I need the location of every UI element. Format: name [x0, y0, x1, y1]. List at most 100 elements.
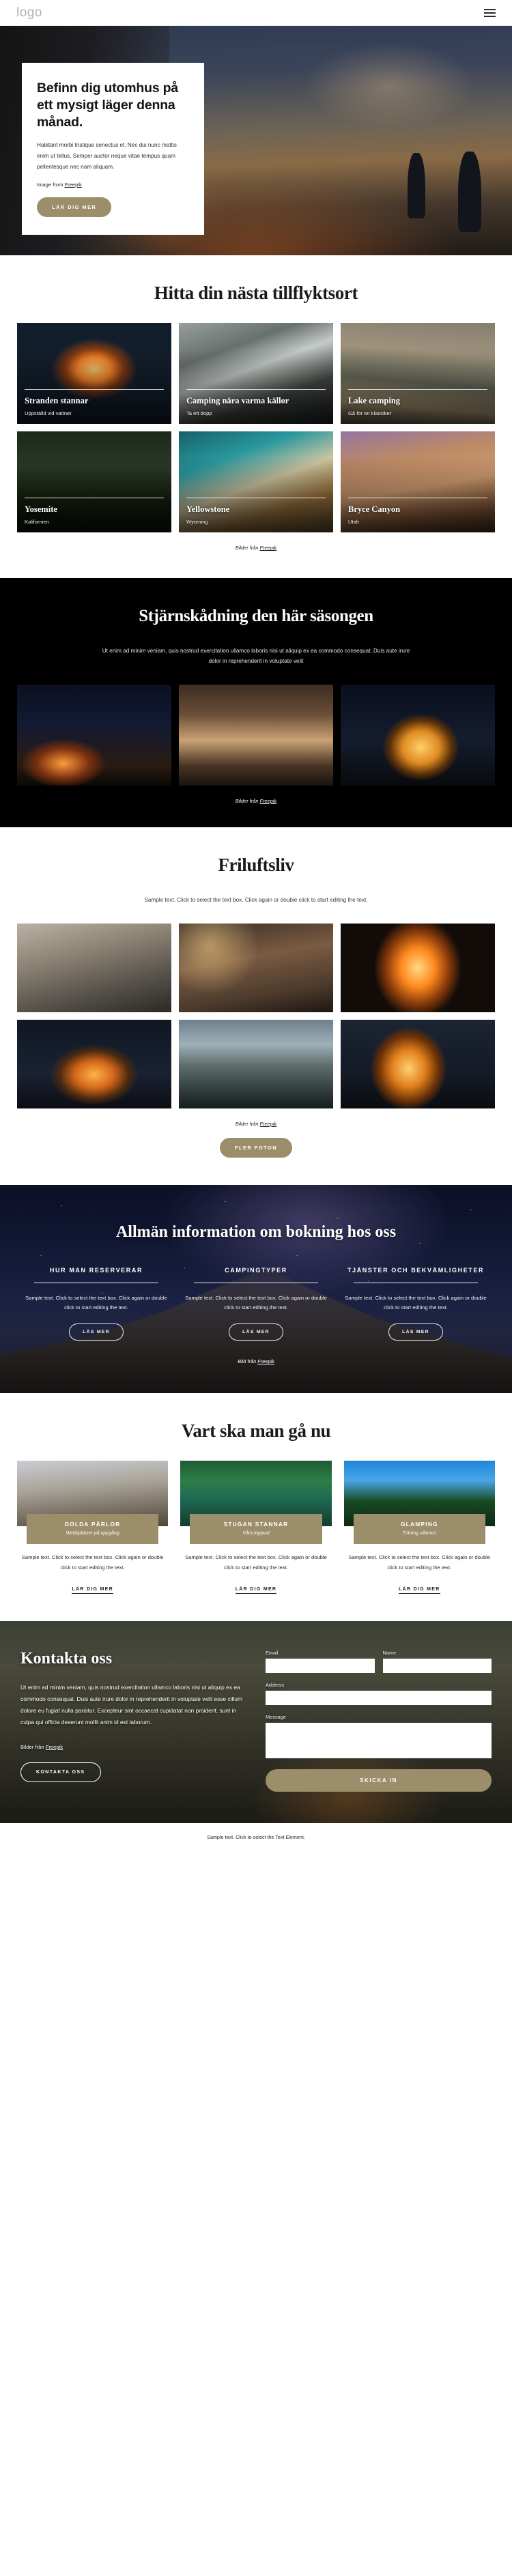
- contact-title: Kontakta oss: [20, 1649, 113, 1668]
- destination-card[interactable]: Camping nära varma källor Ta ett dopp: [179, 323, 333, 425]
- booking-column: TJÄNSTER OCH BEKVÄMLIGHETER Sample text.…: [343, 1265, 488, 1341]
- card-badge: DOLDA PÄRLOR Webbplatser på uppgång: [27, 1514, 159, 1545]
- outdoor-title: Friluftsliv: [218, 854, 294, 875]
- more-photos-button[interactable]: FLER FOTON: [219, 1137, 293, 1158]
- message-field-group: Message: [266, 1714, 492, 1758]
- card-badge-subtitle: Våra toppval: [242, 1531, 270, 1536]
- hero-figure-right: [458, 152, 481, 233]
- destination-card[interactable]: Lake camping Gå för en klassiker: [341, 323, 495, 425]
- where-to-go-card: DOLDA PÄRLOR Webbplatser på uppgång Samp…: [17, 1461, 169, 1594]
- booking-columns: HUR MAN RESERVERAR Sample text. Click to…: [24, 1265, 488, 1341]
- booking-title: Allmän information om bokning hos oss: [115, 1222, 397, 1241]
- outdoor-image[interactable]: [179, 923, 333, 1012]
- where-to-go-card: STUGAN STANNAR Våra toppval Sample text.…: [180, 1461, 332, 1594]
- hero-credit-prefix: Image from: [37, 181, 65, 188]
- email-label: Email: [266, 1649, 279, 1656]
- outdoor-image[interactable]: [341, 923, 495, 1012]
- outdoor-image[interactable]: [17, 1019, 171, 1108]
- where-to-go-grid: DOLDA PÄRLOR Webbplatser på uppgång Samp…: [17, 1461, 495, 1594]
- card-learn-more-link[interactable]: LÄR DIG MER: [72, 1586, 113, 1594]
- hero-body: Habitant morbi tristique senectus et. Ne…: [37, 141, 177, 170]
- stargazing-title: Stjärnskådning den här säsongen: [139, 607, 373, 626]
- form-row-email-name: Email Name: [266, 1650, 492, 1673]
- destinations-title: Hitta din nästa tillflyktsort: [154, 283, 358, 303]
- message-field[interactable]: [266, 1722, 492, 1758]
- hero-card: Befinn dig utomhus på ett mysigt läger d…: [22, 63, 204, 235]
- booking-column-heading: CAMPINGTYPER: [225, 1266, 287, 1274]
- destination-caption: Yellowstone Wyoming: [186, 497, 326, 526]
- destination-subtitle: Gå för en klassiker: [348, 410, 392, 417]
- outdoor-section: Friluftsliv Sample text. Click to select…: [0, 827, 512, 1185]
- contact-body: Ut enim ad minim veniam, quis nostrud ex…: [20, 1683, 242, 1726]
- credit-link[interactable]: Freepik: [257, 1358, 274, 1364]
- credit-link[interactable]: Freepik: [46, 1744, 63, 1750]
- destinations-section: Hitta din nästa tillflyktsort Stranden s…: [0, 255, 512, 578]
- credit-prefix: Bilder från: [20, 1743, 46, 1750]
- message-label: Message: [266, 1713, 286, 1720]
- card-badge-subtitle: Webbplatser på uppgång: [66, 1531, 119, 1536]
- destinations-credit: Bilder från Freepik: [14, 545, 498, 551]
- where-to-go-title: Vart ska man gå nu: [181, 1420, 331, 1442]
- destination-name: Yellowstone: [186, 504, 230, 514]
- booking-read-more-button[interactable]: LÄS MER: [229, 1323, 283, 1341]
- destination-card[interactable]: Stranden stannar Uppställd vid vattnet: [17, 323, 171, 425]
- outdoor-image[interactable]: [17, 923, 171, 1012]
- stargazing-image[interactable]: [17, 684, 171, 786]
- destination-card[interactable]: Yosemite Kalifornien: [17, 431, 171, 533]
- destination-subtitle: Uppställd vid vattnet: [25, 410, 72, 417]
- stargazing-section: Stjärnskådning den här säsongen Ut enim …: [0, 578, 512, 827]
- stargazing-image[interactable]: [179, 684, 333, 786]
- card-body: Sample text. Click to select the text bo…: [185, 1554, 327, 1571]
- booking-column-heading: HUR MAN RESERVERAR: [49, 1266, 143, 1274]
- contact-credit: Bilder från Freepik: [20, 1744, 246, 1750]
- credit-prefix: Bilder från: [235, 545, 260, 552]
- hero-title: Befinn dig utomhus på ett mysigt läger d…: [37, 81, 179, 130]
- address-field-group: Address: [266, 1682, 492, 1705]
- card-learn-more-link[interactable]: LÄR DIG MER: [399, 1586, 440, 1594]
- contact-form: Email Name Address Message SKICKA IN: [266, 1650, 492, 1792]
- contact-grid: Kontakta oss Ut enim ad minim veniam, qu…: [20, 1650, 492, 1792]
- hamburger-menu-icon[interactable]: [484, 8, 496, 17]
- stargazing-grid: [17, 684, 495, 786]
- destination-subtitle: Wyoming: [186, 519, 208, 526]
- destination-card[interactable]: Yellowstone Wyoming: [179, 431, 333, 533]
- destination-subtitle: Ta ett dopp: [186, 410, 212, 417]
- outdoor-image[interactable]: [341, 1019, 495, 1108]
- booking-content: Allmän information om bokning hos oss HU…: [14, 1222, 498, 1364]
- email-field[interactable]: [266, 1658, 375, 1673]
- hero-image-credit: Image from Freepik: [37, 182, 189, 188]
- name-field[interactable]: [382, 1658, 492, 1673]
- hero-cta-button[interactable]: LÄR DIG MER: [37, 197, 112, 217]
- card-badge: STUGAN STANNAR Våra toppval: [190, 1514, 322, 1545]
- booking-read-more-button[interactable]: LÄS MER: [388, 1323, 443, 1341]
- stargazing-image[interactable]: [341, 684, 495, 786]
- where-to-go-card: GLAMPING Träning ullamco Sample text. Cl…: [343, 1461, 495, 1594]
- booking-column: HUR MAN RESERVERAR Sample text. Click to…: [24, 1265, 169, 1341]
- hero-credit-link[interactable]: Freepik: [65, 182, 82, 188]
- destination-caption: Lake camping Gå för en klassiker: [348, 388, 487, 417]
- booking-read-more-button[interactable]: LÄS MER: [69, 1323, 124, 1341]
- where-to-go-section: Vart ska man gå nu DOLDA PÄRLOR Webbplat…: [0, 1393, 512, 1621]
- name-field-group: Name: [382, 1650, 492, 1673]
- address-field[interactable]: [266, 1690, 492, 1705]
- divider: [25, 388, 164, 390]
- hero-figure-left: [407, 153, 425, 219]
- contact-section: Kontakta oss Ut enim ad minim veniam, qu…: [0, 1621, 512, 1823]
- destination-caption: Bryce Canyon Utah: [348, 497, 487, 525]
- credit-prefix: Bild från: [238, 1358, 258, 1365]
- credit-link[interactable]: Freepik: [260, 1121, 277, 1127]
- logo[interactable]: logo: [16, 5, 42, 20]
- destination-card[interactable]: Bryce Canyon Utah: [341, 431, 495, 533]
- contact-us-button[interactable]: KONTAKTA OSS: [20, 1762, 101, 1782]
- hero-section: Befinn dig utomhus på ett mysigt läger d…: [0, 26, 512, 255]
- destination-caption: Stranden stannar Uppställd vid vattnet: [25, 388, 164, 417]
- outdoor-cta-wrap: FLER FOTON: [14, 1137, 498, 1158]
- outdoor-body: Sample text. Click to select the text bo…: [144, 897, 368, 903]
- card-learn-more-link[interactable]: LÄR DIG MER: [235, 1586, 277, 1594]
- destination-name: Bryce Canyon: [348, 504, 401, 514]
- outdoor-image[interactable]: [179, 1019, 333, 1108]
- credit-link[interactable]: Freepik: [260, 545, 277, 551]
- credit-link[interactable]: Freepik: [260, 798, 277, 804]
- booking-column-body: Sample text. Click to select the text bo…: [185, 1294, 327, 1311]
- submit-button[interactable]: SKICKA IN: [266, 1769, 492, 1792]
